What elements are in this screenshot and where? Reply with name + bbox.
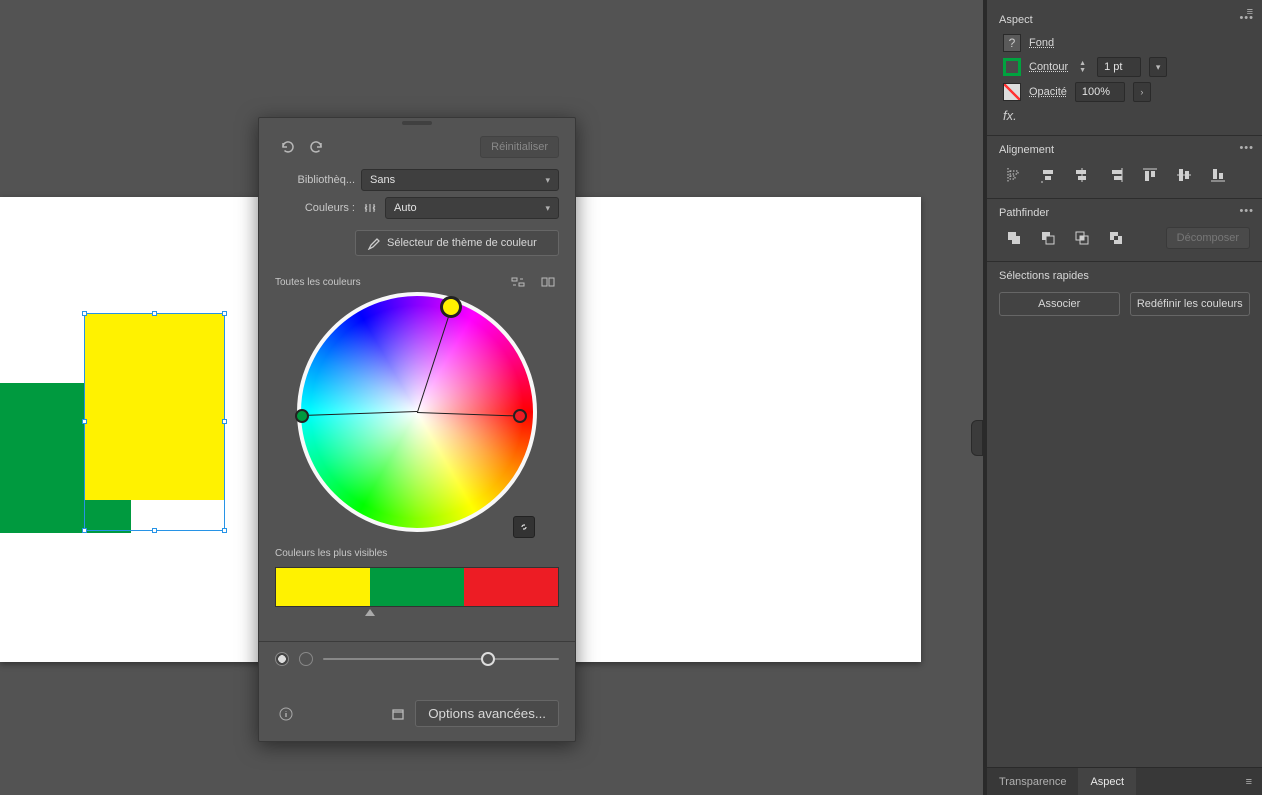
saturation-slider-thumb[interactable] — [481, 652, 495, 666]
opacite-label[interactable]: Opacité — [1029, 86, 1067, 98]
fx-button[interactable]: fx. — [1003, 108, 1250, 123]
selection-handle-tr[interactable] — [222, 311, 227, 316]
aspect-section: Aspect ? Fond Contour ▲ ▼ ▾ Opacité › fx… — [987, 6, 1262, 136]
section-more-icon[interactable]: ••• — [1239, 205, 1254, 217]
opacity-swatch[interactable] — [1003, 83, 1021, 101]
pathfinder-title: Pathfinder — [999, 207, 1250, 219]
alignment-section: Alignement ••• — [987, 136, 1262, 199]
theme-picker-label: Sélecteur de thème de couleur — [387, 237, 537, 249]
link-colors-icon[interactable] — [513, 516, 535, 538]
selection-handle-tl[interactable] — [82, 311, 87, 316]
quick-selections-section: Sélections rapides Associer Redéfinir le… — [987, 262, 1262, 328]
brightness-mode-radio[interactable] — [299, 652, 313, 666]
align-left-icon[interactable] — [1003, 164, 1025, 186]
stroke-weight-dropdown[interactable]: ▾ — [1149, 57, 1167, 77]
undo-icon[interactable] — [275, 136, 299, 158]
align-vcenter-icon[interactable] — [1139, 164, 1161, 186]
opacity-more-button[interactable]: › — [1133, 82, 1151, 102]
color-wheel-node[interactable] — [513, 409, 527, 423]
tab-transparence[interactable]: Transparence — [987, 768, 1078, 795]
selection-handle-tm[interactable] — [152, 311, 157, 316]
pathfinder-section: Pathfinder Décomposer ••• — [987, 199, 1262, 262]
selection-handle-bl[interactable] — [82, 528, 87, 533]
contour-label[interactable]: Contour — [1029, 61, 1068, 73]
color-wheel[interactable] — [297, 292, 537, 532]
section-more-icon[interactable]: ••• — [1239, 142, 1254, 154]
stroke-weight-down[interactable]: ▼ — [1076, 67, 1089, 74]
stroke-weight-up[interactable]: ▲ — [1076, 60, 1089, 67]
pf-minus-front-icon[interactable] — [1037, 227, 1059, 249]
align-right-icon[interactable] — [1071, 164, 1093, 186]
advanced-options-button[interactable]: Options avancées... — [415, 700, 559, 727]
align-top-icon[interactable] — [1105, 164, 1127, 186]
redefinir-couleurs-button[interactable]: Redéfinir les couleurs — [1130, 292, 1251, 316]
all-colors-label: Toutes les couleurs — [275, 277, 361, 288]
color-theme-picker-button[interactable]: Sélecteur de thème de couleur — [355, 230, 559, 256]
selection-handle-mr[interactable] — [222, 419, 227, 424]
library-label: Bibliothèq... — [275, 174, 355, 186]
library-dropdown[interactable]: Sans ▾ — [361, 169, 559, 191]
pf-unite-icon[interactable] — [1003, 227, 1025, 249]
fill-swatch-unknown[interactable]: ? — [1003, 34, 1021, 52]
quick-selections-title: Sélections rapides — [999, 270, 1250, 282]
prominent-colors-swatches[interactable] — [275, 567, 559, 607]
tab-aspect[interactable]: Aspect — [1078, 768, 1136, 795]
chevron-down-icon: ▾ — [545, 175, 550, 186]
chevron-down-icon: ▾ — [545, 203, 550, 214]
library-dropdown-value: Sans — [370, 174, 395, 186]
bottom-tabs: Transparence Aspect ≡ — [987, 767, 1262, 795]
save-to-library-icon[interactable] — [387, 704, 409, 724]
properties-sidepanel: ≡ Aspect ? Fond Contour ▲ ▼ ▾ Opacité › … — [986, 0, 1262, 795]
saturation-mode-radio[interactable] — [275, 652, 289, 666]
most-visible-colors-label: Couleurs les plus visibles — [275, 548, 559, 559]
color-mode-toggle-icon[interactable] — [537, 274, 559, 290]
aspect-title: Aspect — [999, 14, 1250, 26]
decompose-button[interactable]: Décomposer — [1166, 227, 1250, 249]
colors-label: Couleurs : — [275, 202, 355, 214]
panel-collapse-handle[interactable] — [971, 420, 983, 456]
section-more-icon[interactable]: ••• — [1239, 12, 1254, 24]
selection-bounding-box[interactable] — [84, 313, 225, 531]
align-bottom-icon[interactable] — [1173, 164, 1195, 186]
tabs-menu-icon[interactable]: ≡ — [1236, 776, 1262, 788]
dialog-drag-grip[interactable] — [402, 121, 432, 125]
reset-button[interactable]: Réinitialiser — [480, 136, 559, 158]
saturation-slider[interactable] — [323, 658, 559, 660]
alignment-title: Alignement — [999, 144, 1250, 156]
align-hcenter-icon[interactable] — [1037, 164, 1059, 186]
color-swatch[interactable] — [276, 568, 370, 606]
associer-button[interactable]: Associer — [999, 292, 1120, 316]
stroke-swatch[interactable] — [1003, 58, 1021, 76]
shuffle-colors-icon[interactable] — [361, 199, 379, 217]
pf-intersect-icon[interactable] — [1071, 227, 1093, 249]
link-harmony-colors-icon[interactable] — [507, 274, 529, 290]
selection-handle-bm[interactable] — [152, 528, 157, 533]
distribute-icon[interactable] — [1207, 164, 1229, 186]
colors-dropdown[interactable]: Auto ▾ — [385, 197, 559, 219]
stroke-weight-input[interactable] — [1097, 57, 1141, 77]
color-weight-slider-thumb[interactable] — [365, 609, 375, 616]
pf-exclude-icon[interactable] — [1105, 227, 1127, 249]
selection-handle-ml[interactable] — [82, 419, 87, 424]
color-swatch[interactable] — [464, 568, 558, 606]
fond-label[interactable]: Fond — [1029, 37, 1054, 49]
info-icon[interactable] — [275, 704, 297, 724]
color-wheel-node[interactable] — [295, 409, 309, 423]
selection-handle-br[interactable] — [222, 528, 227, 533]
redo-icon[interactable] — [305, 136, 329, 158]
opacity-input[interactable] — [1075, 82, 1125, 102]
colors-dropdown-value: Auto — [394, 202, 417, 214]
eyedropper-icon — [366, 236, 380, 250]
color-wheel-node[interactable] — [440, 296, 462, 318]
recolor-artwork-dialog: Réinitialiser Bibliothèq... Sans ▾ Coule… — [258, 117, 576, 742]
color-swatch[interactable] — [370, 568, 464, 606]
